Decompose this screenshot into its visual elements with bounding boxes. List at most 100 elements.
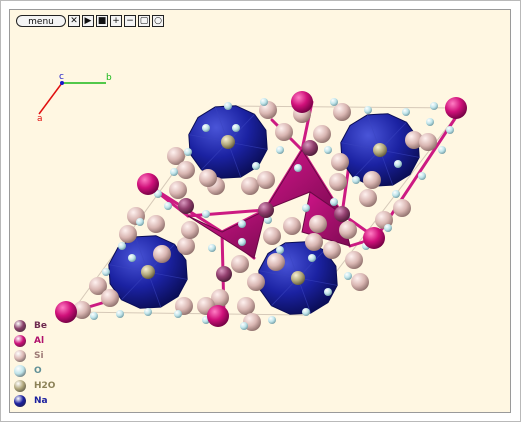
water-molecule (141, 265, 155, 279)
o-atom (224, 102, 232, 110)
water-molecule (373, 143, 387, 157)
o-atom (324, 288, 332, 296)
o-atom (324, 146, 332, 154)
si-atom (305, 233, 323, 251)
crystal-structure-canvas[interactable]: a b c (10, 10, 510, 412)
play-button[interactable]: ▶ (82, 15, 94, 27)
o-atom (426, 118, 434, 126)
si-atom (419, 133, 437, 151)
legend-swatch (14, 319, 26, 332)
o-atom (240, 322, 248, 330)
restore-button[interactable]: ▢ (138, 15, 150, 27)
zoom-out-button[interactable]: − (124, 15, 136, 27)
o-atom (252, 162, 260, 170)
o-atom (302, 204, 310, 212)
o-atom (208, 244, 216, 252)
si-atom (177, 237, 195, 255)
legend-label: O (34, 365, 42, 376)
legend-item: Al (14, 333, 55, 348)
o-atom (302, 308, 310, 316)
legend-label: Na (34, 395, 48, 406)
o-atom (402, 108, 410, 116)
si-atom (263, 227, 281, 245)
legend-swatch (14, 379, 26, 392)
o-atom (384, 224, 392, 232)
o-atom (352, 176, 360, 184)
si-atom (267, 253, 285, 271)
o-atom (260, 98, 268, 106)
o-atom (308, 254, 316, 262)
o-atom (430, 102, 438, 110)
o-atom (136, 218, 144, 226)
applet-frame: a b c menu ✕ ▶ ■ + − ▢ ○ Be Al Si O H2O Na (0, 0, 521, 422)
o-atom (116, 310, 124, 318)
o-atom (330, 198, 338, 206)
o-atom (276, 146, 284, 154)
si-atom (345, 251, 363, 269)
close-button[interactable]: ✕ (68, 15, 80, 27)
axis-c-label: c (59, 72, 64, 82)
legend-item: Si (14, 348, 55, 363)
o-atom (184, 148, 192, 156)
structure-viewer[interactable]: a b c menu ✕ ▶ ■ + − ▢ ○ Be Al Si O H2O Na (9, 9, 511, 413)
o-atom (330, 98, 338, 106)
be-atom (258, 202, 274, 218)
legend-swatch (14, 394, 26, 407)
si-atom (231, 255, 249, 273)
si-atom (181, 221, 199, 239)
legend-label: H2O (34, 380, 56, 391)
legend-label: Si (34, 350, 44, 361)
o-atom (128, 254, 136, 262)
si-atom (393, 199, 411, 217)
al-atom (445, 97, 467, 119)
si-atom (101, 289, 119, 307)
si-atom (329, 173, 347, 191)
si-atom (153, 245, 171, 263)
o-atom (232, 124, 240, 132)
o-atom (238, 220, 246, 228)
element-legend: Be Al Si O H2O Na (14, 318, 55, 408)
axis-a-line (38, 82, 63, 115)
o-atom (446, 126, 454, 134)
be-atom (178, 198, 194, 214)
be-atom (302, 140, 318, 156)
viewer-toolbar: menu ✕ ▶ ■ + − ▢ ○ (16, 14, 164, 28)
be-atom (216, 266, 232, 282)
si-atom (199, 169, 217, 187)
legend-label: Be (34, 320, 47, 331)
zoom-in-button[interactable]: + (110, 15, 122, 27)
o-atom (392, 190, 400, 198)
si-atom (257, 171, 275, 189)
legend-swatch (14, 349, 26, 362)
water-molecule (291, 271, 305, 285)
water-molecule (221, 135, 235, 149)
o-atom (170, 168, 178, 176)
legend-item: H2O (14, 378, 55, 393)
si-atom (359, 189, 377, 207)
o-atom (438, 146, 446, 154)
axis-a-label: a (37, 114, 43, 124)
si-atom (147, 215, 165, 233)
o-atom (102, 268, 110, 276)
o-atom (202, 124, 210, 132)
o-atom (118, 242, 126, 250)
si-atom (351, 273, 369, 291)
si-atom (309, 215, 327, 233)
si-atom (241, 177, 259, 195)
axes-indicator: a b c (37, 72, 112, 124)
o-atom (164, 202, 172, 210)
menu-button[interactable]: menu (16, 15, 66, 27)
al-atom (207, 305, 229, 327)
legend-item: Be (14, 318, 55, 333)
al-atom (291, 91, 313, 113)
o-atom (294, 164, 302, 172)
al-atom (137, 173, 159, 195)
record-button[interactable]: ○ (152, 15, 164, 27)
o-atom (276, 246, 284, 254)
o-atom (238, 238, 246, 246)
stop-button[interactable]: ■ (96, 15, 108, 27)
si-atom (323, 241, 341, 259)
si-atom (339, 221, 357, 239)
o-atom (364, 106, 372, 114)
o-atom (344, 272, 352, 280)
